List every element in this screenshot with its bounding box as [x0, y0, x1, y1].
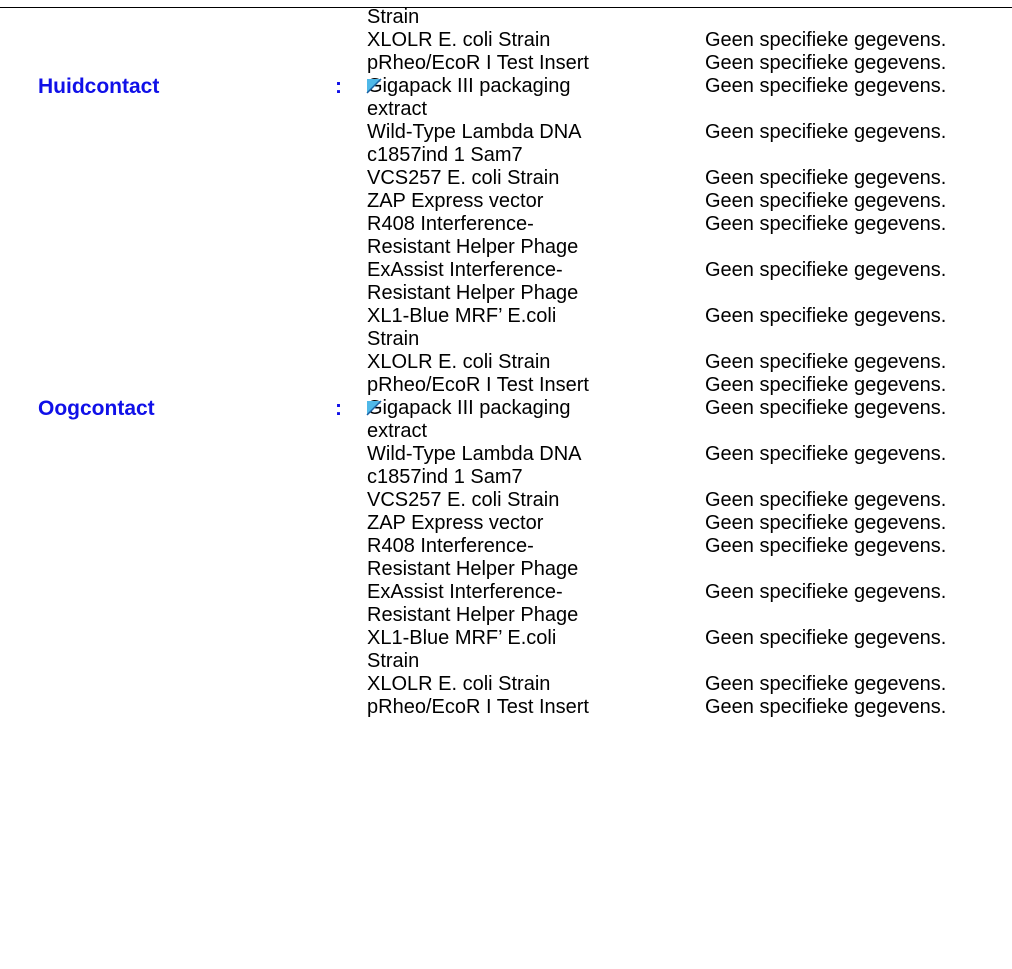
component-row: Wild-Type Lambda DNA Geen specifieke gege… [0, 121, 1012, 144]
exposure-section: Huidcontact: Gigapack III packaging Geen s… [0, 75, 1012, 397]
component-row-continuation: Strain [0, 650, 1012, 673]
component-name-continuation: Resistant Helper Phage [367, 282, 579, 304]
component-row: XL1-Blue MRF’ E.coli Geen specifieke gege… [0, 305, 1012, 328]
component-name: XLOLR E. coli Strain [367, 351, 551, 373]
component-name-continuation: extract [367, 420, 428, 442]
component-name: pRheo/EcoR I Test Insert [367, 374, 589, 396]
component-row-continuation: Resistant Helper Phage [0, 236, 1012, 259]
component-row: XLOLR E. coli Strain Geen specifieke gege… [0, 673, 1012, 696]
section-label: Huidcontact [38, 75, 160, 98]
component-name-continuation: Strain [367, 328, 420, 350]
flag-marker-icon [366, 78, 382, 94]
component-name: Gigapack III packaging [367, 75, 571, 97]
component-name: XLOLR E. coli Strain [367, 29, 551, 51]
component-name-continuation: Strain [367, 6, 420, 28]
component-name-continuation: c1857ind 1 Sam7 [367, 144, 523, 166]
component-name: VCS257 E. coli Strain [367, 489, 560, 511]
component-value: Geen specifieke gegevens. [705, 121, 947, 143]
component-row: ExAssist Interference- Geen specifieke ge… [0, 581, 1012, 604]
continuation-line: Strain [0, 6, 1012, 29]
component-value: Geen specifieke gegevens. [705, 75, 947, 97]
component-name: R408 Interference- [367, 213, 534, 235]
component-name: Wild-Type Lambda DNA [367, 443, 582, 465]
component-name: pRheo/EcoR I Test Insert [367, 52, 589, 74]
component-name-continuation: c1857ind 1 Sam7 [367, 466, 523, 488]
component-value: Geen specifieke gegevens. [705, 489, 947, 511]
component-value: Geen specifieke gegevens. [705, 213, 947, 235]
component-row-continuation: Resistant Helper Phage [0, 604, 1012, 627]
document-body: Strain XLOLR E. coli Strain Geen specifie… [0, 6, 1012, 719]
component-name: R408 Interference- [367, 535, 534, 557]
component-row-continuation: c1857ind 1 Sam7 [0, 466, 1012, 489]
component-row: XLOLR E. coli Strain Geen specifieke gege… [0, 351, 1012, 374]
component-value: Geen specifieke gegevens. [705, 627, 947, 649]
component-value: Geen specifieke gegevens. [705, 259, 947, 281]
component-value: Geen specifieke gegevens. [705, 535, 947, 557]
component-value: Geen specifieke gegevens. [705, 52, 947, 74]
component-name: XL1-Blue MRF’ E.coli [367, 627, 557, 649]
component-value: Geen specifieke gegevens. [705, 374, 947, 396]
component-row: VCS257 E. coli Strain Geen specifieke geg… [0, 489, 1012, 512]
component-row: Oogcontact: Gigapack III packaging Geen sp… [0, 397, 1012, 420]
component-name-continuation: Strain [367, 650, 420, 672]
component-row-continuation: Resistant Helper Phage [0, 558, 1012, 581]
component-name: ZAP Express vector [367, 190, 544, 212]
component-row: ZAP Express vector Geen specifieke gegeve… [0, 512, 1012, 535]
component-row: Wild-Type Lambda DNA Geen specifieke gege… [0, 443, 1012, 466]
component-value: Geen specifieke gegevens. [705, 581, 947, 603]
component-row: pRheo/EcoR I Test Insert Geen specifieke … [0, 52, 1012, 75]
component-value: Geen specifieke gegevens. [705, 397, 947, 419]
sections: Huidcontact: Gigapack III packaging Geen s… [0, 75, 1012, 719]
component-row: pRheo/EcoR I Test Insert Geen specifieke … [0, 696, 1012, 719]
component-name-continuation: Resistant Helper Phage [367, 236, 579, 258]
component-row: XLOLR E. coli Strain Geen specifieke gege… [0, 29, 1012, 52]
component-row-continuation: extract [0, 420, 1012, 443]
component-row-continuation: c1857ind 1 Sam7 [0, 144, 1012, 167]
component-name: ZAP Express vector [367, 512, 544, 534]
head-rows: XLOLR E. coli Strain Geen specifieke gege… [0, 29, 1012, 75]
section-label: Oogcontact [38, 397, 155, 420]
component-value: Geen specifieke gegevens. [705, 512, 947, 534]
component-value: Geen specifieke gegevens. [705, 443, 947, 465]
component-value: Geen specifieke gegevens. [705, 29, 947, 51]
component-row: R408 Interference- Geen specifieke gegeve… [0, 213, 1012, 236]
component-row-continuation: Strain [0, 328, 1012, 351]
component-row: VCS257 E. coli Strain Geen specifieke geg… [0, 167, 1012, 190]
component-row: R408 Interference- Geen specifieke gegeve… [0, 535, 1012, 558]
component-name: ExAssist Interference- [367, 259, 563, 281]
component-row-continuation: extract [0, 98, 1012, 121]
component-value: Geen specifieke gegevens. [705, 673, 947, 695]
exposure-section: Oogcontact: Gigapack III packaging Geen sp… [0, 397, 1012, 719]
section-colon: : [335, 75, 342, 98]
component-row: ExAssist Interference- Geen specifieke ge… [0, 259, 1012, 282]
component-value: Geen specifieke gegevens. [705, 305, 947, 327]
component-value: Geen specifieke gegevens. [705, 351, 947, 373]
component-row-continuation: Resistant Helper Phage [0, 282, 1012, 305]
component-name: Gigapack III packaging [367, 397, 571, 419]
component-value: Geen specifieke gegevens. [705, 190, 947, 212]
section-colon: : [335, 397, 342, 420]
component-row: Huidcontact: Gigapack III packaging Geen s… [0, 75, 1012, 98]
component-name-continuation: Resistant Helper Phage [367, 604, 579, 626]
component-row: XL1-Blue MRF’ E.coli Geen specifieke gege… [0, 627, 1012, 650]
flag-marker-icon [366, 400, 382, 416]
component-name: pRheo/EcoR I Test Insert [367, 696, 589, 718]
component-row: pRheo/EcoR I Test Insert Geen specifieke … [0, 374, 1012, 397]
component-name-continuation: extract [367, 98, 428, 120]
component-value: Geen specifieke gegevens. [705, 167, 947, 189]
component-row: ZAP Express vector Geen specifieke gegeve… [0, 190, 1012, 213]
component-name: ExAssist Interference- [367, 581, 563, 603]
component-value: Geen specifieke gegevens. [705, 696, 947, 718]
component-name: VCS257 E. coli Strain [367, 167, 560, 189]
component-name-continuation: Resistant Helper Phage [367, 558, 579, 580]
component-name: XLOLR E. coli Strain [367, 673, 551, 695]
component-name: XL1-Blue MRF’ E.coli [367, 305, 557, 327]
component-name: Wild-Type Lambda DNA [367, 121, 582, 143]
